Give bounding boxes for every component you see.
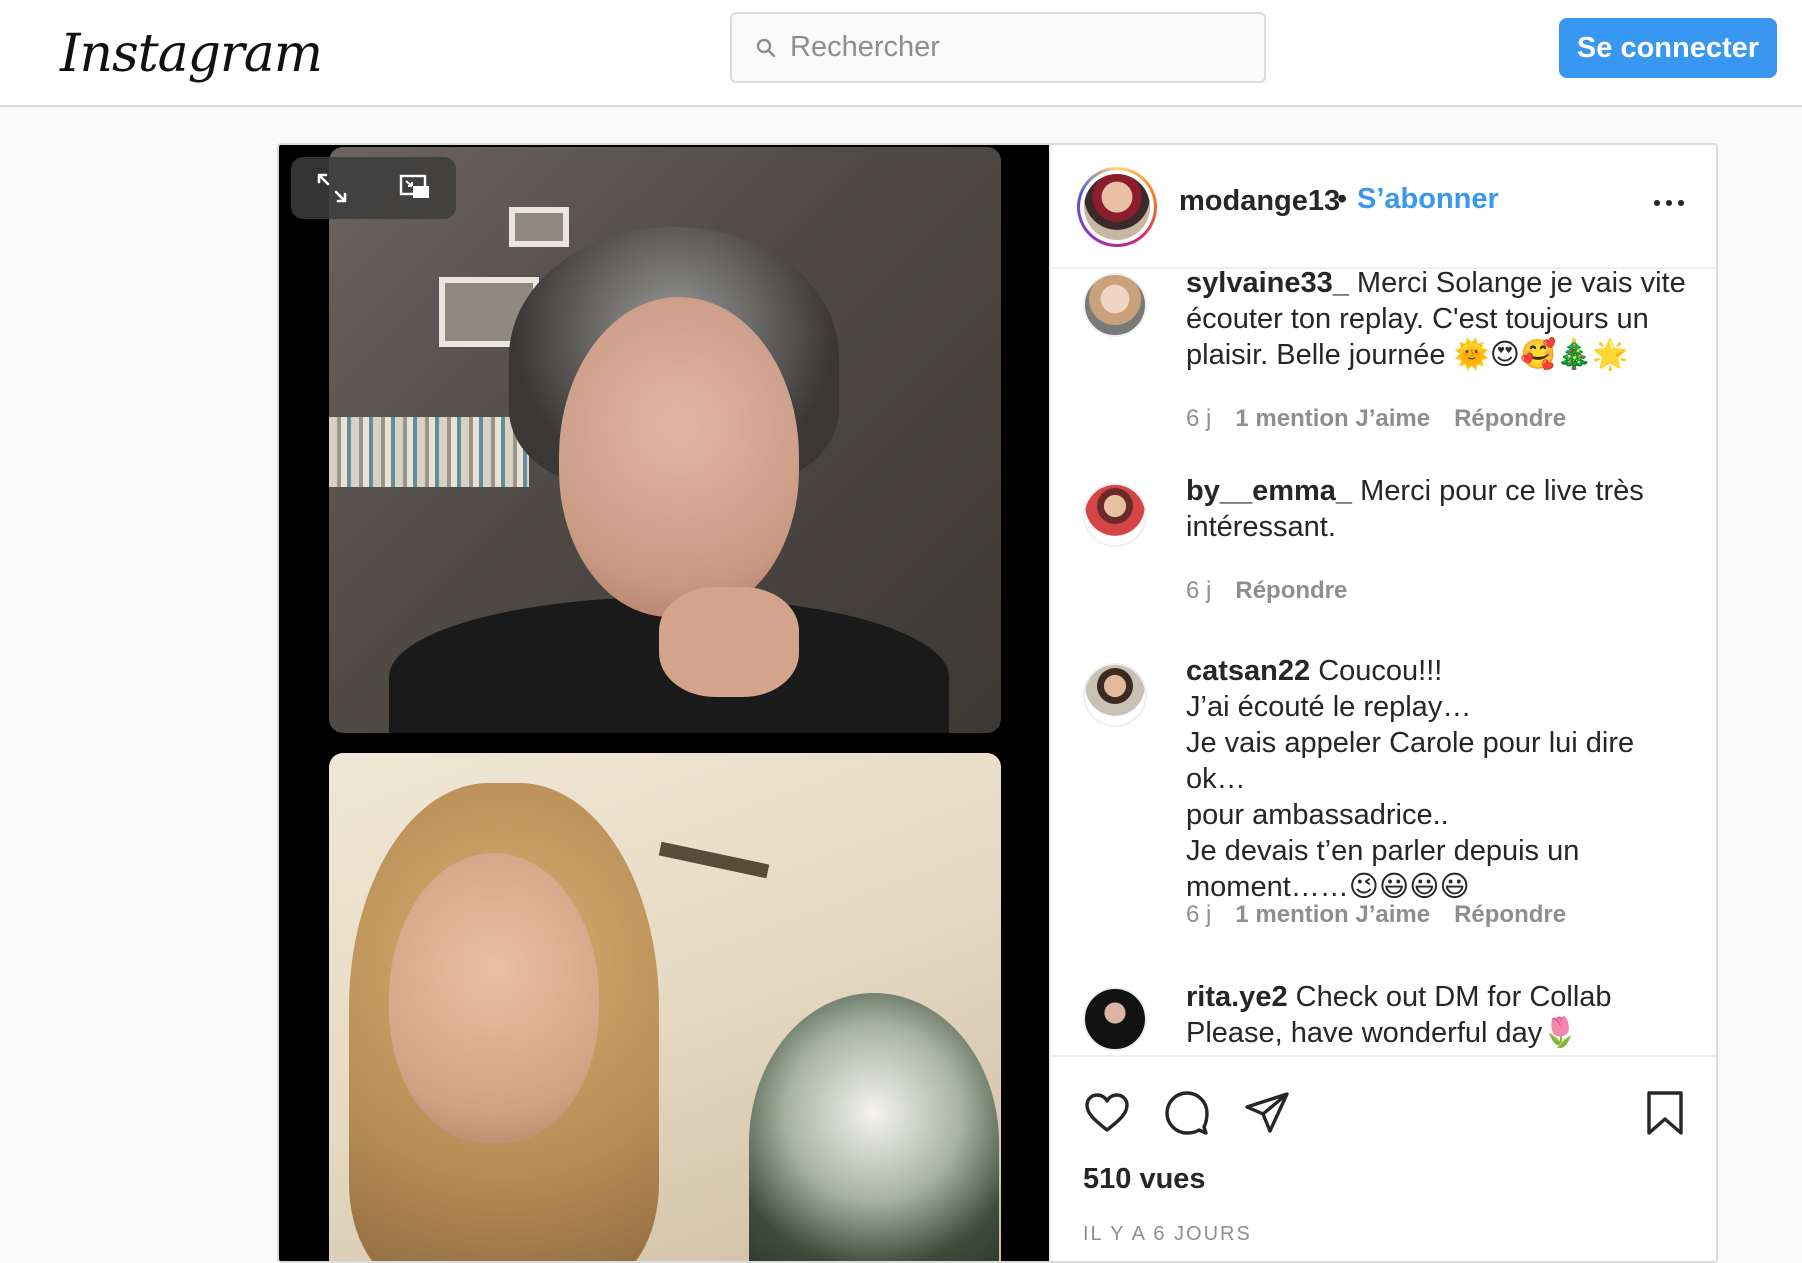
commenter-username[interactable]: rita.ye2 [1186,981,1288,1013]
search-box[interactable] [730,12,1266,83]
comment-time[interactable]: 6 j [1186,577,1211,605]
comment-meta: 6 j Répondre [1186,577,1347,605]
more-icon [1654,200,1684,206]
search-icon [756,38,776,57]
wall-picture [509,207,569,247]
comments-list[interactable]: sylvaine33_ Merci Solange je vais vite é… [1051,269,1716,1055]
commenter-avatar[interactable] [1083,987,1147,1051]
author-username[interactable]: modange13 [1179,185,1340,218]
comment-body: by__emma_ Merci pour ce live très intére… [1186,473,1696,545]
guest-face [389,853,599,1143]
more-options-button[interactable] [1651,185,1691,215]
comment-meta: 6 j 1 mention J’aime Répondre [1186,405,1566,433]
commenter-avatar[interactable] [1083,663,1147,727]
host-face [559,297,799,617]
video-feed-guest [329,753,1001,1261]
comment-likes[interactable]: 1 mention J’aime [1235,405,1430,433]
search-input[interactable] [790,31,1230,64]
comment-body: catsan22 Coucou!!! J’ai écouté le replay… [1186,653,1696,905]
live-video-area[interactable] [279,145,1049,1261]
author-avatar[interactable] [1077,167,1157,247]
commenter-username[interactable]: catsan22 [1186,655,1310,687]
heart-icon[interactable] [1083,1089,1131,1137]
bookmark-icon[interactable] [1641,1089,1689,1137]
comment-time[interactable]: 6 j [1186,901,1211,929]
reply-button[interactable]: Répondre [1235,577,1347,605]
comment-text: Coucou!!! J’ai écouté le replay… Je vais… [1186,655,1635,903]
video-controls [291,157,456,219]
comment-meta: 6 j 1 mention J’aime Répondre [1186,901,1566,929]
picture-in-picture-icon[interactable] [398,171,432,205]
host-hand [659,587,799,697]
wall-lamp [658,841,770,879]
comment-body: rita.ye2 Check out DM for Collab Please,… [1186,979,1696,1051]
share-icon[interactable] [1243,1089,1291,1137]
reply-button[interactable]: Répondre [1454,901,1566,929]
video-feed-host [329,147,1001,733]
commenter-username[interactable]: by__emma_ [1186,475,1352,507]
expand-icon[interactable] [315,171,349,205]
post-actions [1051,1055,1716,1165]
commenter-avatar[interactable] [1083,483,1147,547]
header-separator: • [1337,183,1348,215]
comment-body: sylvaine33_ Merci Solange je vais vite é… [1186,269,1696,373]
reply-button[interactable]: Répondre [1454,405,1566,433]
post-card: modange13 • S’abonner sylvaine33_ Merci … [277,143,1718,1263]
post-sidebar: modange13 • S’abonner sylvaine33_ Merci … [1049,145,1716,1261]
commenter-avatar[interactable] [1083,273,1147,337]
christmas-tree [749,993,999,1261]
post-date[interactable]: IL Y A 6 JOURS [1083,1223,1252,1246]
views-count[interactable]: 510 vues [1083,1163,1206,1196]
bookshelf [329,417,529,487]
instagram-logo[interactable]: Instagram [60,14,323,94]
login-button[interactable]: Se connecter [1559,18,1777,78]
commenter-username[interactable]: sylvaine33_ [1186,269,1349,299]
top-navbar: Instagram Se connecter [0,0,1802,107]
comment-likes[interactable]: 1 mention J’aime [1235,901,1430,929]
comment-time[interactable]: 6 j [1186,405,1211,433]
comment-icon[interactable] [1163,1089,1211,1137]
post-header: modange13 • S’abonner [1051,145,1716,269]
follow-button[interactable]: S’abonner [1357,183,1499,216]
